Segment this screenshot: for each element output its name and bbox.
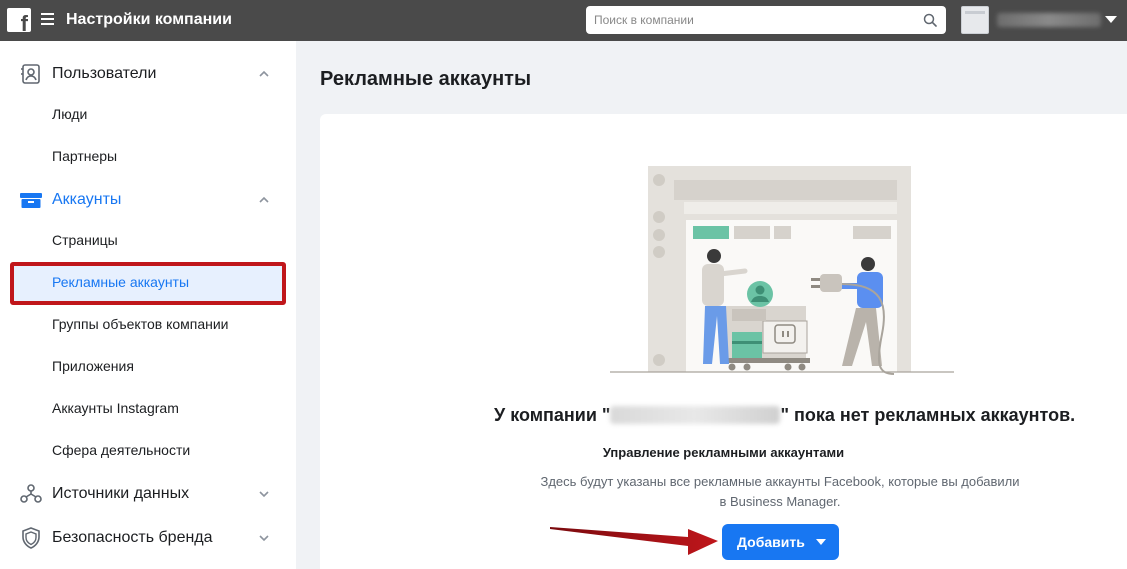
sidebar-section-users[interactable]: Пользователи [0, 52, 296, 96]
shield-icon [22, 527, 40, 549]
chevron-down-icon[interactable] [257, 487, 271, 501]
chevron-up-icon[interactable] [257, 67, 271, 81]
facebook-logo-icon[interactable]: f [7, 8, 31, 32]
sidebar-section-label: Безопасность бренда [52, 529, 213, 546]
caret-down-icon [816, 539, 826, 545]
empty-state-title: У компании " " пока нет рекламных аккаунт… [494, 405, 1076, 425]
sidebar-item-business-asset-groups[interactable]: Группы объектов компании [0, 303, 296, 345]
empty-state-subtitle: Управление рекламными аккаунтами [602, 445, 845, 460]
empty-state-description: Здесь будут указаны все рекламные аккаун… [540, 474, 1020, 509]
business-name-redacted [997, 13, 1101, 27]
search-box[interactable] [586, 6, 946, 34]
company-name-redacted [610, 406, 781, 424]
users-icon [21, 64, 40, 84]
sidebar-section-label: Источники данных [52, 485, 190, 502]
sidebar: Пользователи Люди Партнеры Аккаунты Стра… [0, 41, 296, 569]
annotation-highlight-box [10, 262, 286, 305]
sidebar-item-people[interactable]: Люди [0, 93, 296, 135]
top-bar: f Настройки компании [0, 0, 1127, 41]
hamburger-menu-icon[interactable] [41, 13, 54, 25]
empty-state-illustration [610, 166, 954, 375]
app-title: Настройки компании [66, 11, 232, 28]
page-title: Рекламные аккаунты [320, 68, 532, 90]
sidebar-section-brand-safety[interactable]: Безопасность бренда [0, 516, 296, 560]
annotation-arrow [550, 527, 718, 555]
sidebar-section-accounts[interactable]: Аккаунты [0, 178, 296, 222]
add-button[interactable]: Добавить [722, 524, 839, 560]
chevron-down-icon[interactable] [257, 531, 271, 545]
sidebar-item-apps[interactable]: Приложения [0, 345, 296, 387]
sidebar-item-instagram-accounts[interactable]: Аккаунты Instagram [0, 387, 296, 429]
sidebar-section-label: Пользователи [52, 65, 157, 82]
chevron-up-icon[interactable] [257, 193, 271, 207]
business-account-switcher[interactable] [961, 5, 1121, 35]
accounts-icon [20, 193, 42, 208]
caret-down-icon[interactable] [1105, 16, 1117, 23]
business-avatar [961, 6, 989, 34]
sidebar-item-pages[interactable]: Страницы [0, 219, 296, 261]
sidebar-section-data-sources[interactable]: Источники данных [0, 472, 296, 516]
sidebar-item-line-of-business[interactable]: Сфера деятельности [0, 429, 296, 471]
sidebar-section-label: Аккаунты [52, 191, 122, 208]
search-input[interactable] [586, 6, 906, 34]
sidebar-item-partners[interactable]: Партнеры [0, 135, 296, 177]
data-sources-icon [20, 484, 42, 503]
search-icon[interactable] [923, 13, 937, 27]
